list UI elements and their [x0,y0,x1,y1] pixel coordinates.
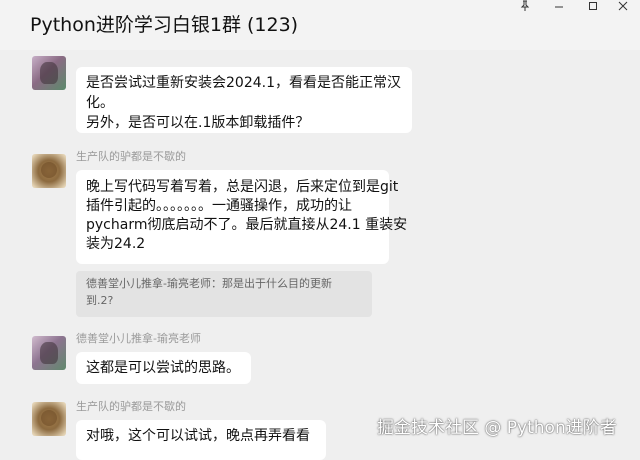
message-list[interactable]: 是否尝试过重新安装会2024.1，看看是否能正常汉 化。 另外，是否可以在.1版… [0,50,640,460]
avatar[interactable] [32,336,66,370]
message-text: 这都是可以尝试的思路。 [86,360,240,376]
quoted-message[interactable]: 德善堂小儿推拿-瑜亮老师：那是出于什么目的更新 到.2? [76,271,372,317]
avatar[interactable] [32,154,66,188]
message-text: 插件引起的。。。。。。。一通骚操作，成功的让 [86,198,352,214]
message-text: 对哦，这个可以试试，晚点再弄看看 [86,428,310,444]
message-text: 另外，是否可以在.1版本卸载插件？ [86,115,310,131]
quoted-text: 到.2? [86,294,114,307]
message-bubble: 晚上写代码写着写着，总是闪退，后来定位到是git 插件引起的。。。。。。。一通骚… [76,170,408,264]
message-text: pycharm彻底启动不了。最后就直接从24.1 重装安 [86,217,408,233]
chat-title: Python进阶学习白银1群 (123) [30,14,299,36]
message-bubble: 这都是可以尝试的思路。 [76,352,251,384]
message-text: 晚上写代码写着写着，总是闪退，后来定位到是git [86,179,399,195]
sender-name: 生产队的驴都是不歇的 [76,400,186,413]
message-text: 是否尝试过重新安装会2024.1，看看是否能正常汉 [86,75,401,91]
avatar[interactable] [32,56,66,90]
message-bubble: 对哦，这个可以试试，晚点再弄看看 [76,420,326,460]
minimize-icon[interactable] [542,0,576,12]
message-text: 化。 [86,95,114,111]
watermark: 掘金技术社区 @ Python进阶者 [377,418,617,438]
avatar[interactable] [32,402,66,436]
title-bar: Python进阶学习白银1群 (123) [0,0,640,50]
close-icon[interactable] [606,0,640,12]
quoted-text: 德善堂小儿推拿-瑜亮老师：那是出于什么目的更新 [86,277,332,290]
pin-icon[interactable] [508,0,542,12]
message-text: 装为24.2 [86,236,146,252]
sender-name: 生产队的驴都是不歇的 [76,150,186,163]
sender-name: 德善堂小儿推拿-瑜亮老师 [76,332,201,345]
message-bubble: 是否尝试过重新安装会2024.1，看看是否能正常汉 化。 另外，是否可以在.1版… [76,67,412,133]
maximize-icon[interactable] [576,0,610,12]
